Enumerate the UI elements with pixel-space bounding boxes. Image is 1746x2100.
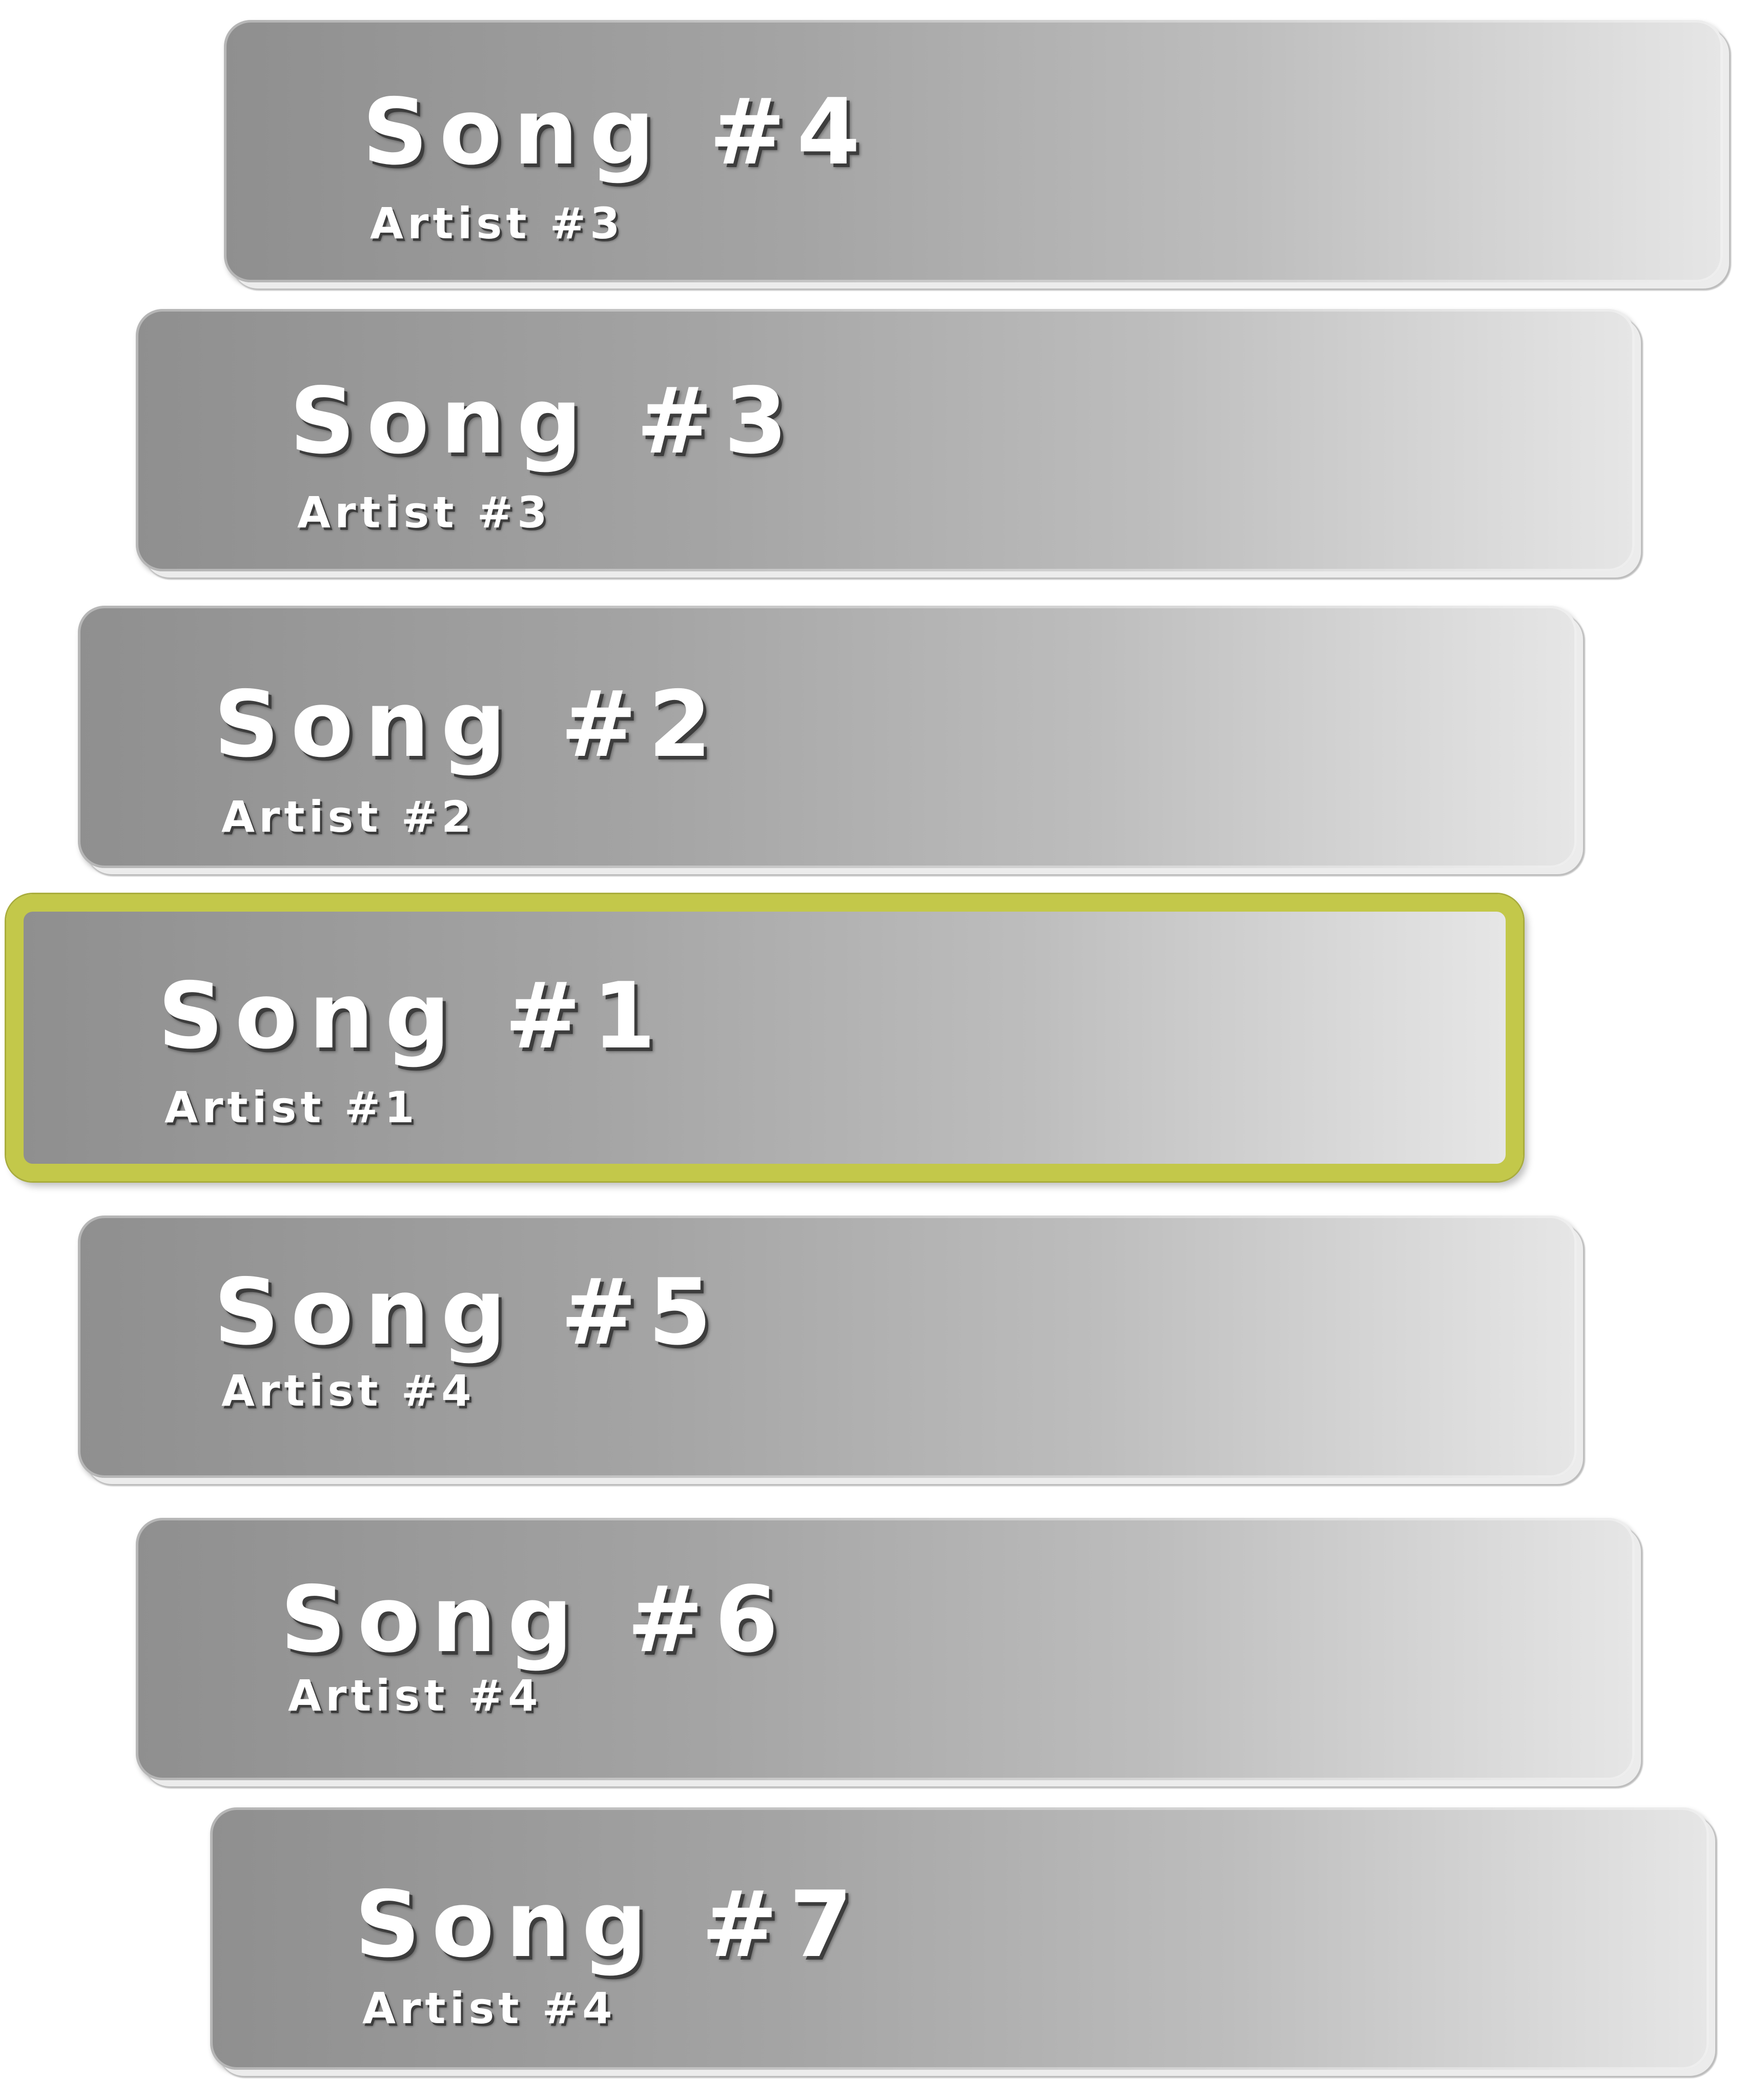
song-title: Song #1 (158, 963, 667, 1069)
song-artist: Artist #4 (362, 1983, 617, 2033)
song-title: Song #4 (362, 79, 872, 185)
song-item-4[interactable]: Song #4 Artist #3 (224, 20, 1723, 282)
song-title: Song #6 (280, 1567, 790, 1673)
song-item-2[interactable]: Song #2 Artist #2 (78, 606, 1577, 868)
song-title: Song #2 (214, 671, 723, 777)
song-carousel: Song #4 Artist #3 Song #3 Artist #3 Song… (0, 0, 1746, 2100)
song-artist: Artist #2 (221, 792, 476, 842)
song-artist: Artist #4 (221, 1366, 476, 1416)
song-artist: Artist #3 (370, 198, 624, 249)
song-artist: Artist #4 (288, 1671, 542, 1721)
song-title: Song #5 (214, 1259, 723, 1365)
song-item-7[interactable]: Song #7 Artist #4 (210, 1807, 1709, 2070)
song-artist: Artist #3 (297, 487, 551, 538)
song-title: Song #7 (355, 1871, 864, 1978)
song-item-1-selected[interactable]: Song #1 Artist #1 (6, 894, 1523, 1181)
song-item-6[interactable]: Song #6 Artist #4 (136, 1518, 1635, 1780)
song-item-3[interactable]: Song #3 Artist #3 (136, 309, 1635, 571)
song-title: Song #3 (290, 368, 799, 474)
song-artist: Artist #1 (165, 1082, 419, 1133)
song-item-5[interactable]: Song #5 Artist #4 (78, 1216, 1577, 1478)
